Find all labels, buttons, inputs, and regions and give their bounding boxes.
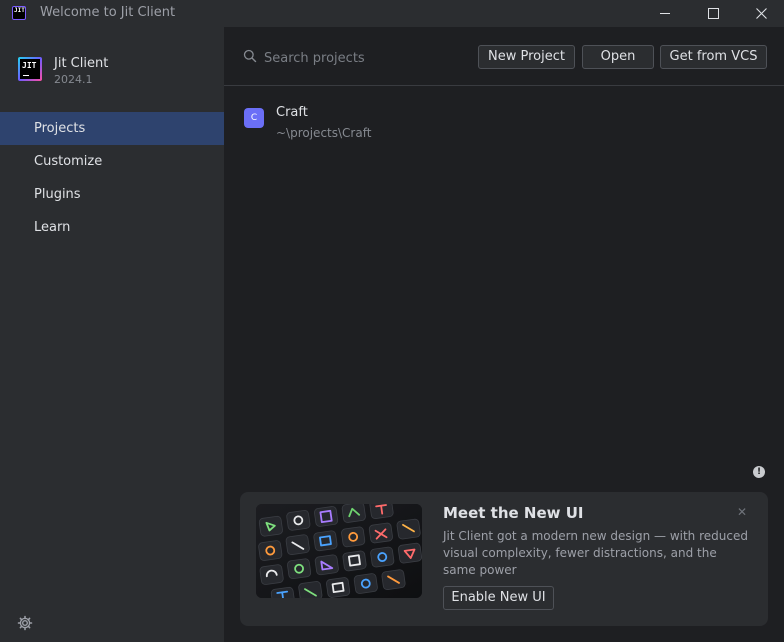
minimize-button[interactable] (642, 0, 688, 27)
project-path: ~\projects\Craft (276, 126, 372, 140)
app-logo-icon: JIT (12, 6, 26, 20)
open-button[interactable]: Open (582, 45, 654, 69)
app-version: 2024.1 (54, 73, 93, 86)
sidebar: JIT Jit Client 2024.1 Projects Customize… (0, 27, 224, 642)
search-icon (243, 49, 257, 63)
settings-gear-icon[interactable] (17, 615, 33, 631)
sidebar-item-learn[interactable]: Learn (0, 211, 224, 244)
toolbar-divider (224, 85, 784, 86)
main-panel: New Project Open Get from VCS C Craft ~\… (224, 27, 784, 642)
search-input[interactable] (264, 47, 464, 69)
banner-title: Meet the New UI (443, 504, 584, 522)
banner-description: Jit Client got a modern new design — wit… (443, 529, 748, 577)
window-title: Welcome to Jit Client (40, 5, 176, 20)
app-logo-icon: JIT (18, 57, 42, 81)
close-icon (755, 8, 767, 19)
sidebar-item-plugins[interactable]: Plugins (0, 178, 224, 211)
sidebar-item-projects[interactable]: Projects (0, 112, 224, 145)
minimize-icon (660, 13, 670, 14)
maximize-button[interactable] (690, 0, 736, 27)
close-window-button[interactable] (738, 0, 784, 27)
help-icon[interactable]: ! (753, 466, 765, 478)
new-ui-illustration (256, 504, 422, 598)
new-ui-banner: Meet the New UI ✕ Jit Client got a moder… (240, 492, 768, 626)
app-name: Jit Client (54, 56, 109, 71)
sidebar-item-customize[interactable]: Customize (0, 145, 224, 178)
enable-new-ui-button[interactable]: Enable New UI (443, 586, 554, 610)
get-from-vcs-button[interactable]: Get from VCS (660, 45, 767, 69)
icon-keyboard-illustration (256, 504, 422, 598)
project-name: Craft (276, 105, 308, 120)
new-project-button[interactable]: New Project (478, 45, 575, 69)
title-bar: JIT Welcome to Jit Client (0, 0, 784, 27)
project-icon: C (244, 108, 264, 128)
list-item[interactable]: C Craft ~\projects\Craft (238, 100, 768, 144)
maximize-icon (707, 8, 719, 19)
close-icon[interactable]: ✕ (737, 505, 747, 519)
